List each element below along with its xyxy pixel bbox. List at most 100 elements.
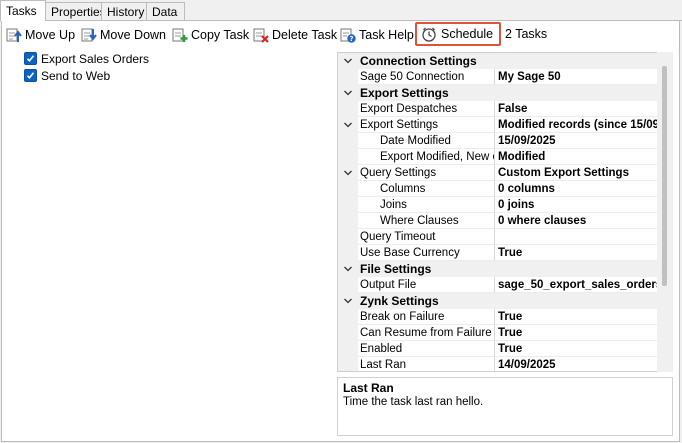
property-name: Use Base Currency (360, 247, 460, 259)
tab-tasks[interactable]: Tasks (0, 0, 46, 21)
row-gutter (338, 101, 358, 117)
property-value[interactable]: 0 where clauses (498, 213, 658, 229)
property-grid[interactable]: Connection Settings Sage 50 Connection My … (337, 52, 673, 372)
move-up-button[interactable]: Move Up (6, 25, 75, 45)
row-gutter (338, 149, 358, 165)
row-gutter (338, 197, 358, 213)
property-value[interactable]: 14/09/2025 (498, 357, 658, 371)
property-value[interactable]: Modified (498, 149, 658, 165)
property-value[interactable]: True (498, 341, 658, 357)
property-value[interactable]: True (498, 245, 658, 261)
column-divider (494, 357, 495, 371)
task-label: Send to Web (41, 68, 111, 83)
property-name: Enabled (360, 343, 403, 355)
property-row[interactable]: Export Modified, New o Modified (338, 149, 658, 165)
property-row[interactable]: Date Modified 15/09/2025 (338, 133, 658, 149)
property-row[interactable]: Export Settings Modified records (since 1… (338, 117, 658, 133)
property-name: Break on Failure (360, 311, 445, 323)
property-row[interactable]: Output File sage_50_export_sales_orders (338, 277, 658, 293)
chevron-down-icon[interactable] (343, 56, 353, 66)
column-divider (494, 229, 495, 245)
property-value[interactable]: 0 columns (498, 181, 658, 197)
property-name: Query Timeout (360, 231, 436, 243)
schedule-label: Schedule (441, 27, 494, 41)
property-name: Sage 50 Connection (360, 71, 465, 83)
row-gutter (338, 69, 358, 85)
row-gutter (338, 357, 358, 371)
tab-data[interactable]: Data (146, 2, 185, 20)
property-value[interactable]: sage_50_export_sales_orders (498, 277, 658, 293)
property-name: Export Despatches (360, 103, 458, 115)
property-name: Last Ran (360, 359, 407, 371)
tab-properties[interactable]: Properties (45, 2, 106, 20)
property-row[interactable]: Query Timeout (338, 229, 658, 245)
chevron-down-icon[interactable] (343, 120, 353, 130)
property-value[interactable]: Modified records (since 15/09 (498, 117, 658, 133)
property-name: Export Settings (360, 86, 449, 100)
task-help-icon: ? (340, 28, 356, 43)
copy-task-label: Copy Task (191, 28, 250, 42)
property-category[interactable]: Export Settings (338, 85, 658, 101)
property-row[interactable]: Joins 0 joins (338, 197, 658, 213)
tab-strip: Tasks Properties History Data (0, 0, 682, 21)
chevron-down-icon[interactable] (343, 88, 353, 98)
property-value[interactable]: True (498, 325, 658, 341)
column-divider (494, 117, 495, 133)
row-gutter (338, 181, 358, 197)
row-gutter (338, 245, 358, 261)
tab-history[interactable]: History (101, 2, 147, 20)
task-help-button[interactable]: ? Task Help (340, 25, 414, 45)
property-category[interactable]: File Settings (338, 261, 658, 277)
move-down-icon (81, 28, 97, 42)
property-row[interactable]: Query Settings Custom Export Settings (338, 165, 658, 181)
property-value[interactable]: Custom Export Settings (498, 165, 658, 181)
property-row[interactable]: Enabled True (338, 341, 658, 357)
scrollbar-thumb[interactable] (662, 66, 667, 286)
column-divider (494, 149, 495, 165)
chevron-down-icon[interactable] (343, 264, 353, 274)
task-item-export-sales-orders[interactable]: Export Sales Orders (24, 50, 149, 67)
property-category[interactable]: Zynk Settings (338, 293, 658, 309)
schedule-button[interactable]: Schedule (415, 22, 501, 46)
property-value[interactable]: 0 joins (498, 197, 658, 213)
task-checkbox[interactable] (24, 69, 37, 82)
property-row[interactable]: Use Base Currency True (338, 245, 658, 261)
property-row[interactable]: Columns 0 columns (338, 181, 658, 197)
property-name: Columns (380, 183, 426, 195)
move-down-button[interactable]: Move Down (81, 25, 166, 45)
task-item-send-to-web[interactable]: Send to Web (24, 67, 149, 84)
property-category[interactable]: Connection Settings (338, 53, 658, 69)
property-row[interactable]: Can Resume from Failure True (338, 325, 658, 341)
property-name: Joins (380, 199, 407, 211)
task-help-label: Task Help (359, 28, 414, 42)
property-row[interactable]: Sage 50 Connection My Sage 50 (338, 69, 658, 85)
property-grid-scrollbar[interactable] (657, 52, 673, 372)
property-value[interactable]: My Sage 50 (498, 69, 658, 85)
column-divider (494, 325, 495, 341)
property-value[interactable]: False (498, 101, 658, 117)
row-gutter (338, 325, 358, 341)
property-row[interactable]: Export Despatches False (338, 101, 658, 117)
property-name: Output File (360, 279, 417, 291)
column-divider (494, 165, 495, 181)
property-row[interactable]: Break on Failure True (338, 309, 658, 325)
property-name: Query Settings (360, 167, 437, 179)
chevron-down-icon[interactable] (343, 296, 353, 306)
property-value[interactable] (498, 229, 658, 245)
move-up-label: Move Up (25, 28, 76, 42)
property-name: Where Clauses (380, 215, 459, 227)
checkmark-icon (26, 72, 35, 79)
row-gutter (338, 213, 358, 229)
property-value[interactable]: True (498, 309, 658, 325)
task-count: 2 Tasks (505, 27, 548, 41)
property-name: Zynk Settings (360, 294, 439, 308)
property-value[interactable]: 15/09/2025 (498, 133, 658, 149)
task-checkbox[interactable] (24, 52, 37, 65)
chevron-down-icon[interactable] (343, 168, 353, 178)
property-row[interactable]: Last Ran 14/09/2025 (338, 357, 658, 371)
help-description: Time the task last ran hello. (343, 396, 484, 408)
copy-task-button[interactable]: Copy Task (172, 25, 249, 45)
delete-task-button[interactable]: Delete Task (253, 25, 337, 45)
property-row[interactable]: Where Clauses 0 where clauses (338, 213, 658, 229)
row-gutter (338, 341, 358, 357)
